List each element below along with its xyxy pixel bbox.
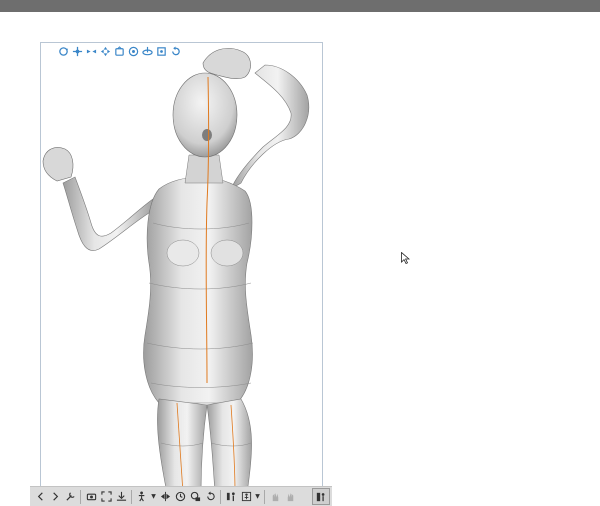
- flip-icon[interactable]: [158, 489, 172, 505]
- clock-icon[interactable]: [173, 489, 187, 505]
- figure-dropdown-icon[interactable]: ▼: [254, 489, 261, 505]
- fit-view-icon[interactable]: [99, 489, 113, 505]
- reset-pose-icon[interactable]: [203, 489, 217, 505]
- figure-icon[interactable]: [239, 489, 253, 505]
- joint-lock-icon[interactable]: [188, 489, 202, 505]
- move-object-icon[interactable]: [99, 45, 111, 57]
- left-hand-icon: [268, 489, 282, 505]
- toolbar-separator: [131, 489, 132, 504]
- next-icon[interactable]: [48, 489, 62, 505]
- pan-view-icon[interactable]: [71, 45, 83, 57]
- 3d-object-launcher-toolbar: ▼ ▼: [30, 486, 332, 506]
- pose-dropdown-icon[interactable]: ▼: [150, 489, 157, 505]
- body-shape-icon[interactable]: [224, 489, 238, 505]
- camera-icon[interactable]: [127, 45, 139, 57]
- 3d-camera-controls: [57, 45, 181, 61]
- mouse-cursor-icon: [401, 252, 410, 264]
- right-hand-icon: [283, 489, 297, 505]
- window-title-bar: [0, 0, 600, 12]
- ground-icon[interactable]: [114, 489, 128, 505]
- rotate-object-icon[interactable]: [113, 45, 125, 57]
- snap-icon[interactable]: [155, 45, 167, 57]
- toolbar-separator: [264, 489, 265, 504]
- toolbar-separator: [80, 489, 81, 504]
- camera-settings-icon[interactable]: [84, 489, 98, 505]
- plane-rotate-icon[interactable]: [141, 45, 153, 57]
- wrench-icon[interactable]: [63, 489, 77, 505]
- 3d-mannequin-figure[interactable]: [41, 43, 323, 492]
- mannequin-icon[interactable]: [312, 488, 330, 505]
- 3d-figure-panel[interactable]: [40, 42, 323, 492]
- reset-icon[interactable]: [169, 45, 181, 57]
- prev-icon[interactable]: [33, 489, 47, 505]
- toolbar-separator: [220, 489, 221, 504]
- zoom-view-icon[interactable]: [85, 45, 97, 57]
- rotate-view-icon[interactable]: [57, 45, 69, 57]
- pose-icon[interactable]: [135, 489, 149, 505]
